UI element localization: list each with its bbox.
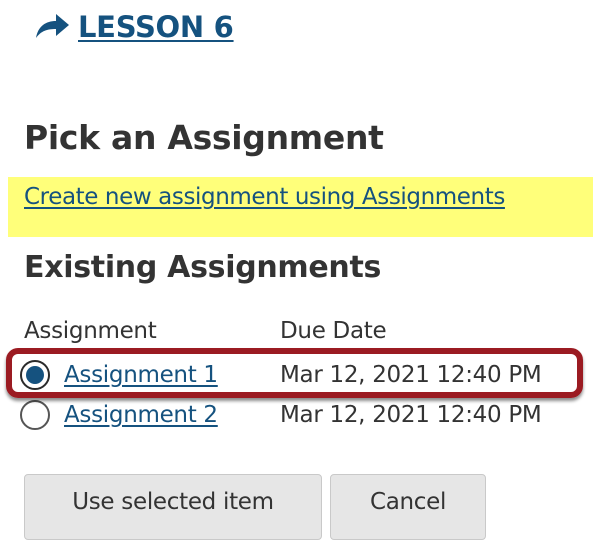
assignment-1-link[interactable]: Assignment 1 <box>64 362 254 388</box>
table-row: Assignment 1 Mar 12, 2021 12:40 PM <box>20 358 542 392</box>
use-selected-item-button[interactable]: Use selected item <box>24 474 322 540</box>
lesson-link[interactable]: LESSON 6 <box>32 10 234 44</box>
assignment-2-radio[interactable] <box>20 400 50 430</box>
page-title: Pick an Assignment <box>24 118 384 157</box>
assignment-1-due-date: Mar 12, 2021 12:40 PM <box>280 362 542 388</box>
existing-assignments-heading: Existing Assignments <box>24 250 382 285</box>
share-arrow-icon <box>36 14 69 38</box>
cancel-button[interactable]: Cancel <box>330 474 486 540</box>
column-header-due-date: Due Date <box>280 318 387 344</box>
assignment-2-due-date: Mar 12, 2021 12:40 PM <box>280 402 542 428</box>
assignment-2-link[interactable]: Assignment 2 <box>64 402 254 428</box>
column-header-assignment: Assignment <box>24 318 157 344</box>
create-assignment-link[interactable]: Create new assignment using Assignments <box>24 184 505 210</box>
lesson-title: LESSON 6 <box>78 10 234 44</box>
assignment-1-radio[interactable] <box>20 360 50 390</box>
table-row: Assignment 2 Mar 12, 2021 12:40 PM <box>20 398 542 432</box>
